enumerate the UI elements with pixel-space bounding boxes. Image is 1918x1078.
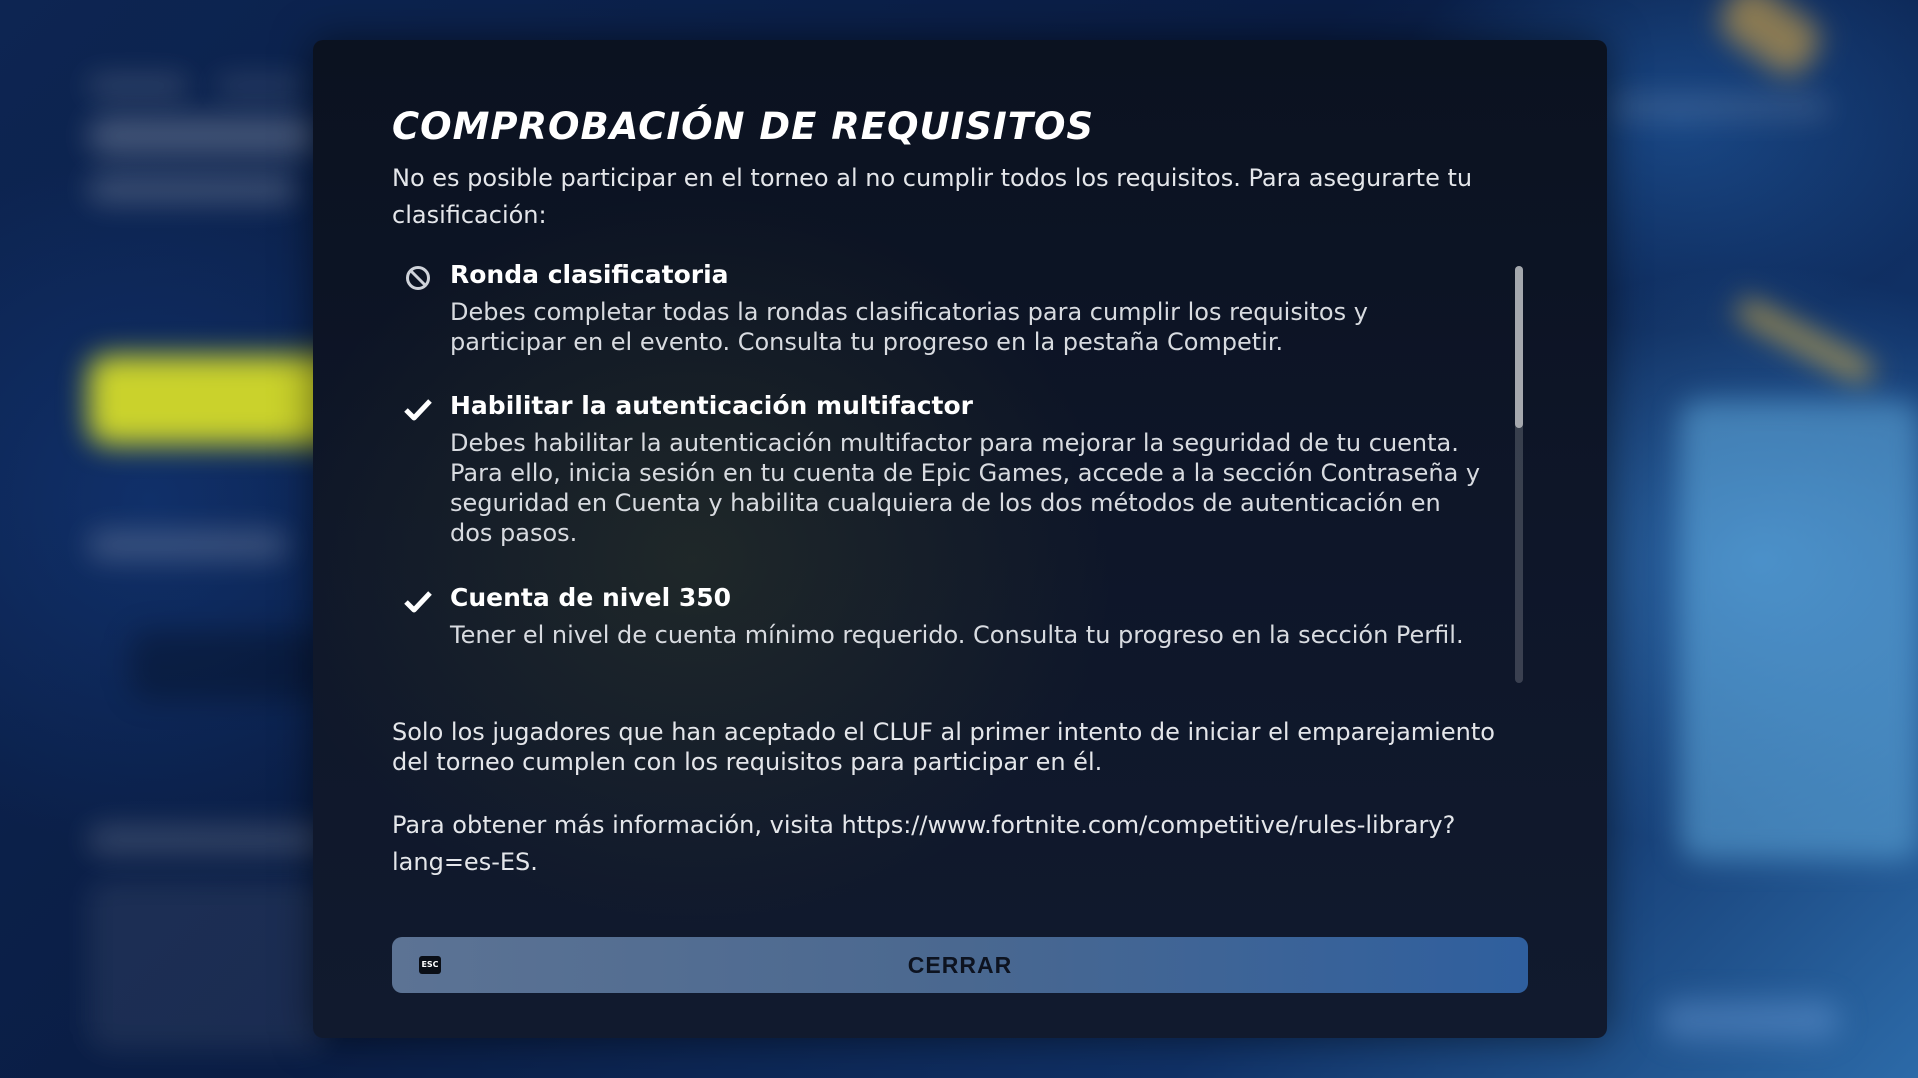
requirement-description: Debes habilitar la autenticación multifa… — [450, 429, 1481, 547]
requirements-scrollbar[interactable] — [1515, 266, 1523, 683]
blurred-event-title — [88, 116, 318, 156]
blurred-footer-button — [1660, 1000, 1840, 1040]
modal-intro: No es posible participar en el torneo al… — [392, 164, 1473, 229]
blurred-action-button — [88, 355, 348, 445]
close-button-label: CERRAR — [907, 952, 1013, 978]
checkmark-icon — [404, 587, 432, 615]
blurred-breadcrumb — [215, 76, 305, 96]
requirements-modal: COMPROBACIÓN DE REQUISITOS No es posible… — [313, 40, 1607, 1038]
requirement-description: Tener el nivel de cuenta mínimo requerid… — [450, 621, 1464, 649]
blurred-details-text — [88, 880, 328, 1050]
requirement-name: Cuenta de nivel 350 — [450, 583, 732, 612]
blurred-details-heading — [88, 825, 328, 855]
modal-title: COMPROBACIÓN DE REQUISITOS — [392, 105, 1095, 148]
requirement-name: Habilitar la autenticación multifactor — [450, 391, 973, 420]
checkmark-icon — [404, 395, 432, 423]
scrollbar-thumb[interactable] — [1515, 266, 1523, 428]
blurred-section-heading — [88, 530, 288, 560]
blurred-event-subtitle — [88, 175, 298, 203]
blurred-top-nav — [1610, 95, 1830, 119]
blurred-artwork — [1680, 400, 1918, 860]
blurred-list — [130, 630, 330, 700]
eula-note: Solo los jugadores que han aceptado el C… — [392, 718, 1495, 776]
more-info-note: Para obtener más información, visita htt… — [392, 811, 1456, 876]
close-button[interactable]: ESC CERRAR — [392, 937, 1528, 993]
prohibited-icon — [404, 264, 432, 292]
requirement-name: Ronda clasificatoria — [450, 260, 729, 289]
blurred-artwork — [1733, 296, 1877, 386]
requirement-description: Debes completar todas la rondas clasific… — [450, 298, 1368, 356]
blurred-artwork — [1711, 0, 1829, 84]
blurred-breadcrumb — [88, 76, 188, 96]
requirements-list: Ronda clasificatoria Debes completar tod… — [392, 260, 1502, 725]
